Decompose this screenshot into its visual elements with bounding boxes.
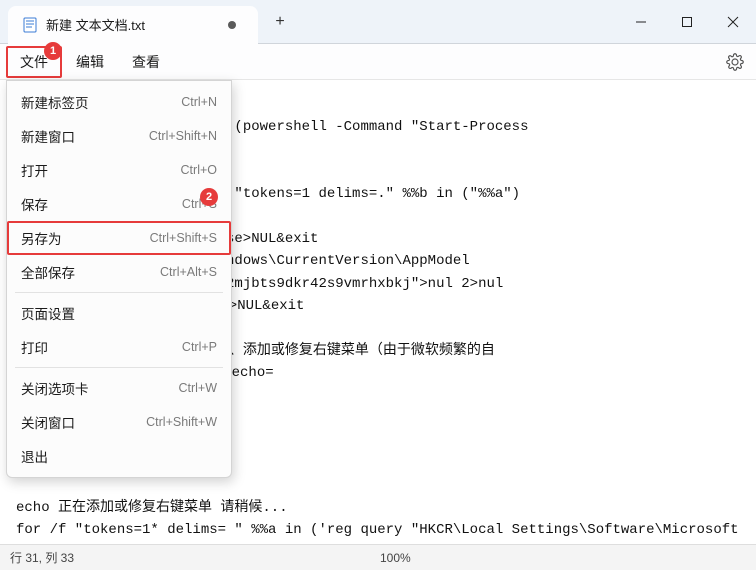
- menu-item-shortcut: Ctrl+Shift+W: [146, 415, 217, 429]
- gear-icon: [726, 53, 744, 71]
- menu-item-shortcut: Ctrl+W: [178, 381, 217, 395]
- menu-item-label: 退出: [21, 446, 217, 466]
- menu-item-shortcut: Ctrl+Shift+N: [149, 129, 217, 143]
- minimize-button[interactable]: [618, 0, 664, 44]
- menu-item-shortcut: Ctrl+Alt+S: [160, 265, 217, 279]
- menu-page-setup[interactable]: 页面设置: [7, 296, 231, 330]
- menu-save-all[interactable]: 全部保存 Ctrl+Alt+S: [7, 255, 231, 289]
- menu-item-shortcut: Ctrl+Shift+S: [150, 231, 217, 245]
- menu-item-label: 关闭选项卡: [21, 378, 178, 398]
- menu-view[interactable]: 查看: [118, 46, 174, 78]
- statusbar: 行 31, 列 33 100%: [0, 544, 756, 570]
- notepad-icon: [22, 17, 38, 33]
- menu-separator: [15, 292, 223, 293]
- menu-close-window[interactable]: 关闭窗口 Ctrl+Shift+W: [7, 405, 231, 439]
- tab-title: 新建 文本文档.txt: [46, 15, 212, 34]
- menu-item-label: 页面设置: [21, 303, 217, 323]
- settings-button[interactable]: [720, 47, 750, 77]
- menu-item-shortcut: Ctrl+P: [182, 340, 217, 354]
- menu-save[interactable]: 保存 Ctrl+S: [7, 187, 231, 221]
- annotation-badge-1: 1: [44, 42, 62, 60]
- menubar: 文件 编辑 查看: [0, 44, 756, 80]
- unsaved-indicator-icon: [228, 21, 236, 29]
- menu-open[interactable]: 打开 Ctrl+O: [7, 153, 231, 187]
- menu-item-label: 全部保存: [21, 262, 160, 282]
- menu-close-tab[interactable]: 关闭选项卡 Ctrl+W: [7, 371, 231, 405]
- cursor-position: 行 31, 列 33: [10, 549, 380, 566]
- menu-item-label: 打开: [21, 160, 181, 180]
- menu-item-label: 打印: [21, 337, 182, 357]
- document-tab[interactable]: 新建 文本文档.txt: [8, 6, 258, 44]
- menu-exit[interactable]: 退出: [7, 439, 231, 473]
- menu-save-as[interactable]: 另存为 Ctrl+Shift+S: [7, 221, 231, 255]
- maximize-button[interactable]: [664, 0, 710, 44]
- annotation-badge-2: 2: [200, 188, 218, 206]
- menu-new-tab[interactable]: 新建标签页 Ctrl+N: [7, 85, 231, 119]
- close-button[interactable]: [710, 0, 756, 44]
- menu-edit[interactable]: 编辑: [62, 46, 118, 78]
- menu-print[interactable]: 打印 Ctrl+P: [7, 330, 231, 364]
- menu-item-label: 关闭窗口: [21, 412, 146, 432]
- titlebar: 新建 文本文档.txt +: [0, 0, 756, 44]
- menu-item-shortcut: Ctrl+N: [181, 95, 217, 109]
- menu-item-label: 新建标签页: [21, 92, 181, 112]
- zoom-level: 100%: [380, 551, 411, 565]
- menu-item-label: 新建窗口: [21, 126, 149, 146]
- content-area: "HKU\S-1-5-19">NUL 2>&1)||(powershell -C…: [0, 80, 756, 544]
- new-tab-button[interactable]: +: [264, 6, 296, 38]
- menu-new-window[interactable]: 新建窗口 Ctrl+Shift+N: [7, 119, 231, 153]
- window-controls: [618, 0, 756, 44]
- menu-item-label: 保存: [21, 194, 182, 214]
- menu-separator: [15, 367, 223, 368]
- menu-item-label: 另存为: [21, 228, 150, 248]
- menu-item-shortcut: Ctrl+O: [181, 163, 217, 177]
- file-menu-dropdown: 新建标签页 Ctrl+N 新建窗口 Ctrl+Shift+N 打开 Ctrl+O…: [6, 80, 232, 478]
